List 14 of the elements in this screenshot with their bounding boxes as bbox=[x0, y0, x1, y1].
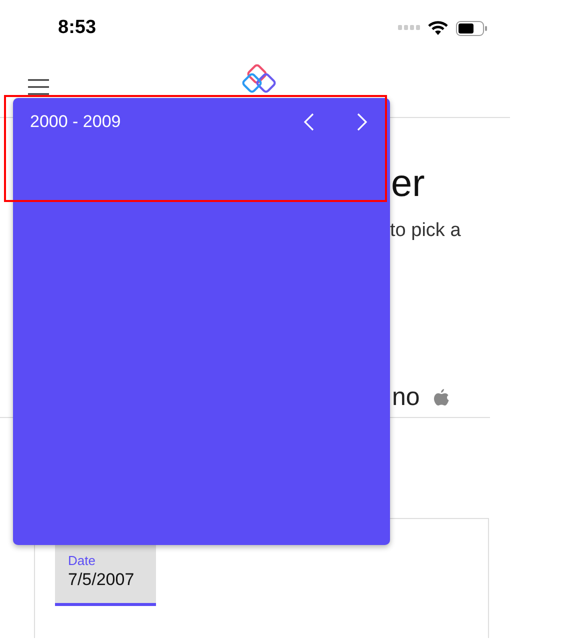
platform-label: no bbox=[392, 383, 420, 412]
page-title: er bbox=[391, 163, 425, 205]
field-label: Date bbox=[68, 553, 96, 568]
wifi-icon bbox=[428, 20, 448, 36]
next-icon[interactable] bbox=[357, 113, 368, 131]
field-value: 7/5/2007 bbox=[68, 570, 136, 590]
clock-time: 8:53 bbox=[58, 17, 96, 39]
menu-icon[interactable] bbox=[28, 78, 49, 94]
previous-icon[interactable] bbox=[303, 113, 314, 131]
apple-icon bbox=[434, 388, 449, 406]
page-description: to pick a bbox=[390, 220, 461, 241]
year-range-button[interactable]: 2000 - 2009 bbox=[30, 112, 121, 132]
battery-icon bbox=[456, 20, 487, 36]
signal-icon bbox=[398, 25, 420, 31]
